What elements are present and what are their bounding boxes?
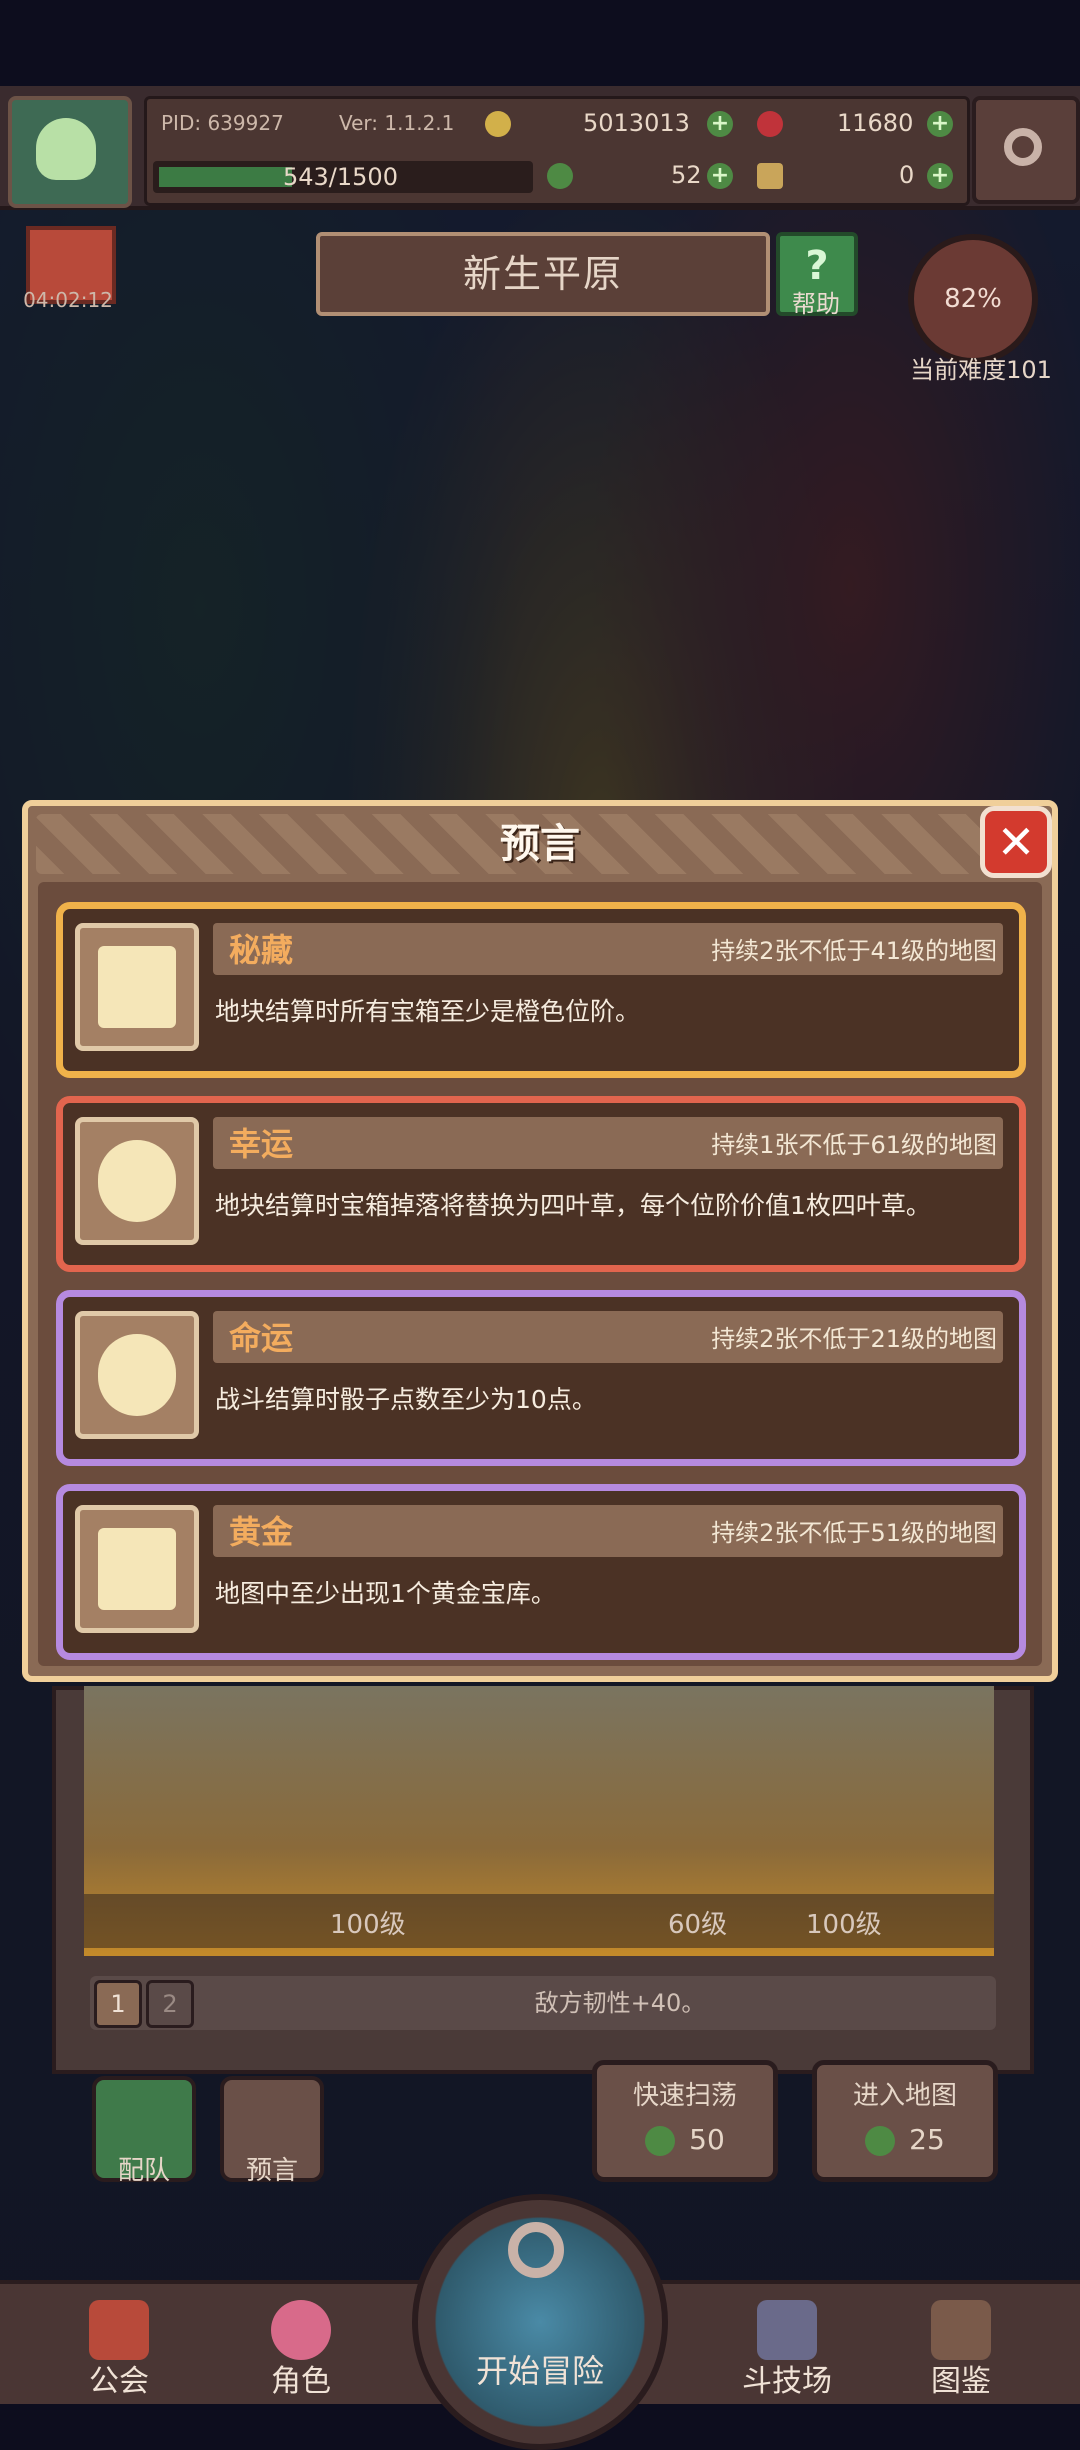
add-item-button[interactable]: +: [927, 163, 953, 189]
card-condition: 持续1张不低于61级的地图: [711, 1131, 997, 1159]
character-icon: [271, 2300, 331, 2360]
close-icon: ✕: [996, 815, 1036, 869]
crossed-swords-icon: [757, 2300, 817, 2360]
quick-sweep-button[interactable]: 快速扫荡 50: [592, 2060, 778, 2182]
item-amount: 0: [899, 161, 915, 189]
card-description: 战斗结算时骰子点数至少为10点。: [215, 1385, 597, 1414]
prophecy-card[interactable]: 黄金 持续2张不低于51级的地图 地图中至少出现1个黄金宝库。: [56, 1484, 1026, 1660]
prophecy-modal: 预言 秘藏 持续2张不低于41级的地图 地块结算时所有宝箱至少是橙色位阶。 幸运…: [22, 800, 1058, 1682]
difficulty-label: 当前难度101: [910, 356, 1052, 384]
scroll-icon: [98, 1528, 176, 1610]
xp-text: 543/1500: [283, 163, 398, 191]
add-gold-button[interactable]: +: [707, 111, 733, 137]
close-modal-button[interactable]: ✕: [980, 806, 1052, 878]
card-description: 地块结算时所有宝箱至少是橙色位阶。: [215, 997, 641, 1026]
player-avatar[interactable]: [8, 96, 132, 208]
prophecy-card[interactable]: 命运 持续2张不低于21级的地图 战斗结算时骰子点数至少为10点。: [56, 1290, 1026, 1466]
quick-sweep-cost: 50: [597, 2123, 773, 2156]
page-2-button[interactable]: 2: [146, 1980, 194, 2028]
stage-level-row: 100级 60级 100级: [84, 1894, 994, 1948]
book-icon: [931, 2300, 991, 2360]
enter-map-button[interactable]: 进入地图 25: [812, 2060, 998, 2182]
enter-map-title: 进入地图: [852, 2081, 957, 2111]
gem-amount: 11680: [837, 109, 914, 137]
prophecy-card[interactable]: 秘藏 持续2张不低于41级的地图 地块结算时所有宝箱至少是橙色位阶。: [56, 902, 1026, 1078]
player-info-panel: PID: 639927 Ver: 1.1.2.1 5013013 + 11680…: [144, 96, 970, 206]
nav-codex-label: 图鉴: [931, 2364, 991, 2399]
map-title: 新生平原: [462, 252, 623, 296]
clover-icon: [645, 2126, 676, 2156]
card-condition: 持续2张不低于21级的地图: [711, 1325, 997, 1353]
gem-icon: [757, 111, 783, 137]
level-left: 100级: [330, 1910, 406, 1940]
clover-icon: [98, 1140, 176, 1222]
gear-icon: [1004, 128, 1042, 166]
item-icon: [757, 163, 783, 189]
modal-title: 预言: [500, 821, 580, 867]
add-clover-button[interactable]: +: [707, 163, 733, 189]
card-icon: [75, 1311, 199, 1439]
card-description: 地图中至少出现1个黄金宝库。: [215, 1579, 556, 1608]
xp-bar: 543/1500: [153, 161, 533, 193]
gold-coin-icon: [485, 111, 511, 137]
gift-timer: 04:02:12: [23, 288, 113, 312]
enter-map-cost: 25: [817, 2123, 993, 2156]
scroll-icon: [98, 946, 176, 1028]
avatar-face-icon: [36, 118, 96, 180]
magnifier-icon: [508, 2222, 564, 2278]
gold-amount: 5013013: [583, 109, 690, 137]
nav-guild-label: 公会: [89, 2364, 149, 2399]
add-gem-button[interactable]: +: [927, 111, 953, 137]
version-label: Ver: 1.1.2.1: [339, 111, 455, 135]
level-right: 100级: [806, 1910, 882, 1940]
card-condition: 持续2张不低于41级的地图: [711, 937, 997, 965]
guild-icon: [89, 2300, 149, 2360]
enemy-bonus-text: 敌方韧性+40。: [534, 1989, 706, 2017]
prophecy-label: 预言: [245, 2156, 298, 2186]
nav-arena-label: 斗技场: [742, 2364, 832, 2399]
start-adventure-label: 开始冒险: [475, 2352, 604, 2390]
nav-codex[interactable]: 图鉴: [886, 2290, 1036, 2399]
card-description: 地块结算时宝箱掉落将替换为四叶草，每个位阶价值1枚四叶草。: [215, 1191, 931, 1220]
difficulty-dial[interactable]: 82%: [908, 234, 1038, 364]
nav-character[interactable]: 角色: [226, 2290, 376, 2399]
card-name: 黄金: [229, 1513, 294, 1551]
nav-character-label: 角色: [271, 2364, 331, 2399]
xp-bar-fill: [159, 167, 292, 187]
clover-icon: [98, 1334, 176, 1416]
team-label: 配队: [117, 2156, 170, 2186]
nav-guild[interactable]: 公会: [44, 2290, 194, 2399]
clover-icon: [547, 163, 573, 189]
card-name: 幸运: [229, 1125, 294, 1163]
card-name: 命运: [229, 1319, 294, 1357]
card-icon: [75, 1117, 199, 1245]
difficulty-percent: 82%: [944, 284, 1002, 314]
help-label: 帮助: [792, 290, 840, 318]
card-icon: [75, 1505, 199, 1633]
prophecy-card[interactable]: 幸运 持续1张不低于61级的地图 地块结算时宝箱掉落将替换为四叶草，每个位阶价值…: [56, 1096, 1026, 1272]
pid-label: PID: 639927: [161, 111, 284, 135]
clover-icon: [865, 2126, 896, 2156]
card-condition: 持续2张不低于51级的地图: [711, 1519, 997, 1547]
nav-arena[interactable]: 斗技场: [712, 2290, 862, 2399]
clover-amount: 52: [671, 161, 702, 189]
quick-sweep-title: 快速扫荡: [632, 2081, 737, 2111]
level-mid: 60级: [668, 1910, 728, 1940]
card-icon: [75, 923, 199, 1051]
settings-button[interactable]: [972, 96, 1080, 204]
map-title-banner: 新生平原: [316, 232, 770, 316]
page-1-button[interactable]: 1: [94, 1980, 142, 2028]
card-name: 秘藏: [229, 931, 294, 969]
